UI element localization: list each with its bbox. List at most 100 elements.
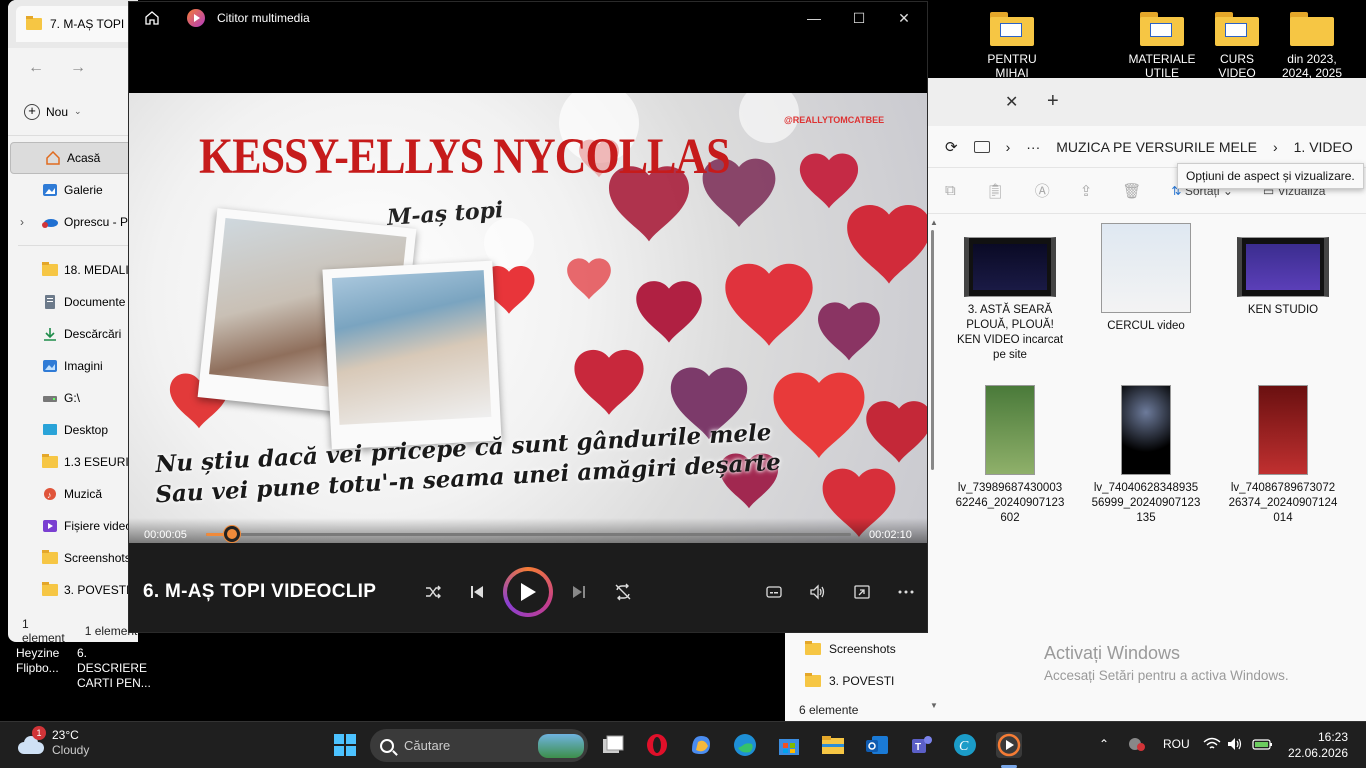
- maximize-icon[interactable]: ☐: [836, 7, 882, 29]
- desktop-icon-heyzine[interactable]: Heyzine Flipbo...: [16, 646, 72, 676]
- copilot-icon[interactable]: [688, 732, 714, 758]
- clock[interactable]: 16:23 22.06.2026: [1286, 729, 1348, 761]
- desktop-icon-label: 6. DESCRIERE CARTI PEN...: [77, 646, 151, 690]
- sidebar-item-acasa[interactable]: Acasă: [10, 142, 136, 174]
- store-icon[interactable]: [776, 732, 802, 758]
- home-icon[interactable]: [143, 9, 161, 27]
- minimize-icon[interactable]: —: [791, 7, 837, 29]
- expand-chevron-icon[interactable]: ›: [20, 215, 24, 229]
- sidebar-item-povesti[interactable]: 3. POVESTI: [805, 665, 896, 697]
- desktop-icon-materiale-utile[interactable]: MATERIALE UTILE: [1127, 8, 1197, 80]
- next-icon[interactable]: [563, 576, 595, 608]
- file-item-lv-7404[interactable]: lv_7404062834893556999_20240907123135: [1091, 385, 1201, 526]
- canva-icon[interactable]: C: [952, 732, 978, 758]
- seek-overlay: [129, 518, 927, 543]
- sidebar-item-medalio[interactable]: 18. MEDALIO: [8, 254, 138, 286]
- back-arrow-icon[interactable]: ←: [28, 59, 44, 77]
- file-item-cercul-video[interactable]: CERCUL video: [1091, 223, 1201, 334]
- desktop-icon-pentru-mihai[interactable]: PENTRU MIHAI: [977, 8, 1047, 80]
- sidebar-item-screenshots[interactable]: Screenshots: [8, 542, 138, 574]
- video-thumbnail: [985, 385, 1035, 475]
- captions-icon[interactable]: [758, 576, 790, 608]
- sidebar-item-imagini[interactable]: Imagini: [8, 350, 138, 382]
- file-label: KEN STUDIO: [1247, 304, 1319, 316]
- file-item-lv-7408[interactable]: lv_7408678967307226374_20240907124014: [1228, 385, 1338, 526]
- sidebar-item-drive-g[interactable]: G:\: [8, 382, 138, 414]
- media-player-taskbar-icon[interactable]: [996, 732, 1022, 758]
- outlook-icon[interactable]: [864, 732, 890, 758]
- activate-subtitle: Accesați Setări pentru a activa Windows.: [1044, 668, 1289, 683]
- explorer-tab[interactable]: 7. M-AȘ TOPI: [16, 6, 138, 42]
- folder-icon: [1290, 12, 1334, 46]
- sidebar-item-screenshots[interactable]: Screenshots: [805, 633, 896, 665]
- more-options-icon[interactable]: [890, 576, 922, 608]
- taskbar: 1 23°C Cloudy Căutare T C ⌃ ROU 16:23 22…: [0, 721, 1366, 768]
- play-button[interactable]: [503, 567, 553, 617]
- opera-icon[interactable]: [644, 732, 670, 758]
- play-icon: [521, 583, 536, 601]
- task-view-icon[interactable]: [600, 732, 626, 758]
- search-box[interactable]: Căutare: [370, 729, 588, 762]
- wifi-icon[interactable]: [1203, 737, 1221, 754]
- refresh-icon[interactable]: ⟳: [945, 138, 958, 156]
- sidebar-item-label: G:\: [64, 391, 81, 405]
- network-warning-icon[interactable]: [1128, 737, 1146, 754]
- sidebar-item-galerie[interactable]: Galerie: [8, 174, 138, 206]
- repeat-off-icon[interactable]: [607, 576, 639, 608]
- sidebar-item-povesti[interactable]: 3. POVESTI: [8, 574, 138, 606]
- start-windows-icon[interactable]: [332, 732, 358, 758]
- share-icon[interactable]: ⇪: [1080, 182, 1093, 200]
- copy-icon[interactable]: ⧉: [945, 182, 956, 199]
- new-tab-icon[interactable]: +: [1047, 90, 1059, 113]
- breadcrumb-item[interactable]: 1. VIDEO: [1294, 139, 1353, 155]
- rename-icon[interactable]: Ⓐ: [1035, 180, 1050, 201]
- teams-icon[interactable]: T: [908, 732, 934, 758]
- file-item-asta-seara[interactable]: 3. ASTĂ SEARĂ PLOUĂ, PLOUĂ! KEN VIDEO in…: [955, 223, 1065, 363]
- file-label: lv_7398968743000362246_20240907123602: [955, 482, 1065, 524]
- file-item-lv-7398[interactable]: lv_7398968743000362246_20240907123602: [955, 385, 1065, 526]
- svg-text:♪: ♪: [47, 490, 52, 500]
- desktop-icon-descriere-carti[interactable]: 6. DESCRIERE CARTI PEN...: [77, 646, 153, 691]
- sidebar-item-desktop[interactable]: Desktop: [8, 414, 138, 446]
- explorer-command-bar: + Nou ⌄: [8, 88, 138, 136]
- close-tab-icon[interactable]: ✕: [1005, 92, 1018, 112]
- paste-icon[interactable]: 📋︎: [986, 182, 1005, 200]
- sidebar-item-documente[interactable]: Documente: [8, 286, 138, 318]
- language-indicator[interactable]: ROU: [1163, 737, 1190, 751]
- gallery-icon: [42, 183, 58, 197]
- sidebar-item-fisiere-video[interactable]: Fișiere video: [8, 510, 138, 542]
- seek-slider[interactable]: [206, 533, 851, 536]
- close-icon[interactable]: ✕: [881, 7, 927, 29]
- show-hidden-icons-chevron[interactable]: ⌃: [1099, 737, 1109, 751]
- breadcrumb-item[interactable]: MUZICA PE VERSURILE MELE: [1056, 139, 1257, 155]
- download-icon: [42, 327, 58, 341]
- shuffle-icon[interactable]: [417, 576, 449, 608]
- delete-icon[interactable]: 🗑︎: [1122, 182, 1141, 200]
- file-item-ken-studio[interactable]: KEN STUDIO: [1228, 223, 1338, 318]
- video-frame[interactable]: @REALLYTOMCATBEE KESSY-ELLYS NYCOLLAS M-…: [129, 93, 927, 543]
- folder-icon: [1140, 12, 1184, 46]
- volume-icon[interactable]: [802, 576, 834, 608]
- edge-icon[interactable]: [732, 732, 758, 758]
- desktop-icon-din-2023[interactable]: din 2023, 2024, 2025: [1277, 8, 1347, 80]
- playback-controls: 6. M-AȘ TOPI VIDEOCLIP: [129, 543, 927, 632]
- new-plus-icon: +: [24, 103, 40, 120]
- file-explorer-icon[interactable]: [820, 732, 846, 758]
- volume-tray-icon[interactable]: [1227, 737, 1245, 754]
- seek-slider-handle[interactable]: [224, 526, 240, 542]
- scrollbar[interactable]: ▲ ▼: [930, 218, 938, 710]
- miniplayer-icon[interactable]: [846, 576, 878, 608]
- weather-widget[interactable]: 1 23°C Cloudy: [18, 726, 89, 758]
- battery-icon[interactable]: [1252, 737, 1274, 754]
- video-thumbnail: [1101, 223, 1191, 313]
- forward-arrow-icon[interactable]: →: [70, 59, 86, 77]
- new-button[interactable]: Nou: [46, 105, 68, 119]
- desktop-icon-curs-video[interactable]: CURS VIDEO VINDECA: [1202, 8, 1272, 80]
- sidebar-item-eseuri[interactable]: 1.3 ESEURI D: [8, 446, 138, 478]
- sidebar-item-onedrive[interactable]: › Oprescu - Pe: [8, 206, 138, 238]
- sidebar-item-muzica[interactable]: ♪ Muzică: [8, 478, 138, 510]
- sidebar-item-descarcari[interactable]: Descărcări: [8, 318, 138, 350]
- breadcrumb-more[interactable]: ···: [1026, 139, 1040, 155]
- previous-icon[interactable]: [461, 576, 493, 608]
- desktop-icon-label: CURS VIDEO VINDECA: [1218, 52, 1256, 80]
